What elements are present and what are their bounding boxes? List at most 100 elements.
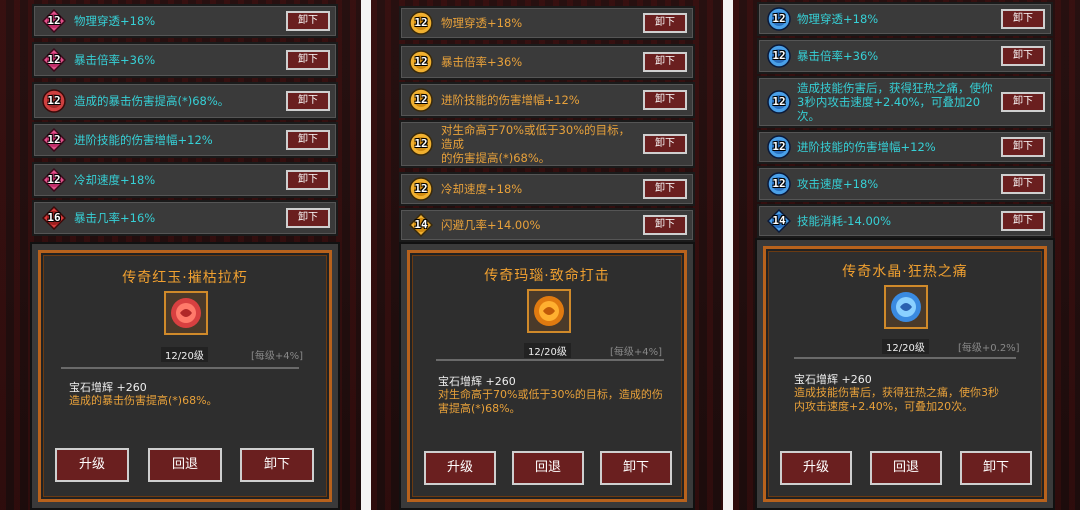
- upgrade-button[interactable]: 升级: [424, 451, 496, 485]
- blue-circle-icon: 12: [767, 90, 791, 114]
- unequip-button[interactable]: 卸下: [600, 451, 672, 485]
- gem-effect: 暴击倍率+36%: [797, 49, 879, 63]
- gem-effect: 暴击几率+16%: [74, 211, 156, 225]
- gem-row: 12 攻击速度+18% 卸下: [757, 166, 1053, 202]
- gem-level-text: 12/20级: [161, 347, 208, 362]
- gem-level: 12: [414, 182, 428, 195]
- gem-row: 12 造成的暴击伤害提高(*)68%。 卸下: [32, 82, 338, 120]
- revert-button[interactable]: 回退: [148, 448, 222, 482]
- unequip-gem-button[interactable]: 卸下: [643, 215, 687, 235]
- revert-button[interactable]: 回退: [512, 451, 584, 485]
- gem-level: 12: [772, 12, 786, 25]
- unequip-gem-button[interactable]: 卸下: [286, 50, 330, 70]
- gem-row: 12 进阶技能的伤害增幅+12% 卸下: [32, 122, 338, 158]
- gem-row: 14 闪避几率+14.00% 卸下: [399, 208, 695, 242]
- gem-level: 14: [772, 214, 786, 227]
- unequip-gem-button[interactable]: 卸下: [286, 130, 330, 150]
- desc-line: 造成技能伤害后，获得狂热之痛，使你3秒: [794, 386, 999, 399]
- gem-effect: 攻击速度+18%: [797, 177, 879, 191]
- gem-stat: 宝石增辉 +260: [794, 373, 872, 386]
- unequip-gem-button[interactable]: 卸下: [1001, 137, 1045, 157]
- gem-row: 12 进阶技能的伤害增幅+12% 卸下: [399, 82, 695, 118]
- gem-level: 16: [47, 211, 61, 224]
- upgrade-button[interactable]: 升级: [780, 451, 852, 485]
- gem-detail-card: 传奇水晶·狂热之痛 12/20级 [每级+0.2%] 宝石增辉 +260 造成技…: [763, 246, 1047, 502]
- unequip-gem-button[interactable]: 卸下: [1001, 92, 1045, 112]
- unequip-gem-button[interactable]: 卸下: [643, 52, 687, 72]
- gem-row: 12 物理穿透+18% 卸下: [399, 6, 695, 40]
- gem-effect: 暴击倍率+36%: [441, 55, 523, 69]
- gem-row: 12 物理穿透+18% 卸下: [32, 4, 338, 38]
- gem-row: 12 物理穿透+18% 卸下: [757, 2, 1053, 36]
- panel-separator: [723, 0, 733, 510]
- gem-stat: 宝石增辉 +260: [438, 375, 516, 388]
- gem-row: 12 暴击倍率+36% 卸下: [399, 44, 695, 80]
- gem-level: 14: [414, 218, 428, 231]
- gem-effect: 冷却速度+18%: [74, 173, 156, 187]
- gem-effect: 暴击倍率+36%: [74, 53, 156, 67]
- gem-level: 12: [47, 94, 61, 107]
- blue-circle-icon: 12: [767, 44, 791, 68]
- gem-effect-line: 的伤害提高(*)68%。: [441, 151, 551, 165]
- blue-circle-icon: 12: [767, 172, 791, 196]
- blue-gem-icon: [884, 285, 928, 329]
- revert-button[interactable]: 回退: [870, 451, 942, 485]
- gem-level: 12: [772, 177, 786, 190]
- gem-row: 12 对生命高于70%或低于30%的目标，造成 的伤害提高(*)68%。 卸下: [399, 120, 695, 168]
- gem-panel-agate: 12 物理穿透+18% 卸下 12 暴击倍率+36% 卸下 12 进阶技能的伤害…: [371, 0, 729, 510]
- gem-level: 12: [772, 140, 786, 153]
- unequip-gem-button[interactable]: 卸下: [1001, 9, 1045, 29]
- gem-row: 12 冷却速度+18% 卸下: [32, 162, 338, 198]
- gem-title: 传奇玛瑙·致命打击: [484, 268, 610, 284]
- gem-level: 12: [47, 133, 61, 146]
- unequip-gem-button[interactable]: 卸下: [643, 134, 687, 154]
- gem-panel-ruby: 12 物理穿透+18% 卸下 12 暴击倍率+36% 卸下 12 造成的暴击伤害…: [0, 0, 368, 510]
- gold-circle-icon: 12: [409, 50, 433, 74]
- gem-row: 12 进阶技能的伤害增幅+12% 卸下: [757, 130, 1053, 164]
- gem-row: 12 暴击倍率+36% 卸下: [757, 38, 1053, 74]
- upgrade-button[interactable]: 升级: [55, 448, 129, 482]
- gem-detail-card: 传奇红玉·摧枯拉朽 12/20级 [每级+4%] 宝石增辉 +260 造成的暴击…: [38, 250, 332, 502]
- unequip-gem-button[interactable]: 卸下: [643, 90, 687, 110]
- gem-level: 12: [414, 16, 428, 29]
- unequip-gem-button[interactable]: 卸下: [643, 179, 687, 199]
- gold-circle-icon: 12: [409, 132, 433, 156]
- pink-diamond-icon: 12: [42, 128, 66, 152]
- gem-title: 传奇水晶·狂热之痛: [842, 264, 968, 280]
- unequip-gem-button[interactable]: 卸下: [1001, 174, 1045, 194]
- gem-effect: 技能消耗-14.00%: [797, 214, 891, 228]
- gem-effect: 造成技能伤害后，获得狂热之痛，使你 3秒内攻击速度+2.40%，可叠加20次。: [797, 81, 1002, 123]
- unequip-gem-button[interactable]: 卸下: [1001, 46, 1045, 66]
- gem-effect-line: 造成技能伤害后，获得狂热之痛，使你: [797, 81, 993, 95]
- pink-diamond-icon: 12: [42, 48, 66, 72]
- unequip-gem-button[interactable]: 卸下: [286, 11, 330, 31]
- gem-level: 12: [414, 55, 428, 68]
- gem-detail-card: 传奇玛瑙·致命打击 12/20级 [每级+4%] 宝石增辉 +260 对生命高于…: [407, 250, 687, 502]
- gem-effect: 进阶技能的伤害增幅+12%: [441, 93, 580, 107]
- unequip-gem-button[interactable]: 卸下: [643, 13, 687, 33]
- unequip-button[interactable]: 卸下: [960, 451, 1032, 485]
- orange-gem-icon: [527, 289, 571, 333]
- pink-diamond-icon: 12: [42, 168, 66, 192]
- desc-line: 造成的暴击伤害提高(*)68%。: [69, 394, 218, 407]
- pink-diamond-icon: 12: [42, 9, 66, 33]
- red-diamond-icon: 16: [42, 206, 66, 230]
- blue-circle-icon: 12: [767, 7, 791, 31]
- gem-effect: 冷却速度+18%: [441, 182, 523, 196]
- per-level-bonus: [每级+0.2%]: [958, 343, 1020, 354]
- unequip-gem-button[interactable]: 卸下: [1001, 211, 1045, 231]
- unequip-gem-button[interactable]: 卸下: [286, 91, 330, 111]
- unequip-gem-button[interactable]: 卸下: [286, 170, 330, 190]
- gem-level: 12: [772, 95, 786, 108]
- gold-circle-icon: 12: [409, 11, 433, 35]
- unequip-button[interactable]: 卸下: [240, 448, 314, 482]
- gem-row: 16 暴击几率+16% 卸下: [32, 200, 338, 236]
- gem-level: 12: [47, 53, 61, 66]
- gem-effect: 闪避几率+14.00%: [441, 218, 541, 232]
- desc-line: 害提高(*)68%。: [438, 402, 521, 415]
- per-level-bonus: [每级+4%]: [251, 351, 304, 362]
- gem-row: 14 技能消耗-14.00% 卸下: [757, 204, 1053, 238]
- unequip-gem-button[interactable]: 卸下: [286, 208, 330, 228]
- gem-description: 造成技能伤害后，获得狂热之痛，使你3秒 内攻击速度+2.40%，可叠加20次。: [794, 386, 1034, 414]
- red-circle-icon: 12: [42, 89, 66, 113]
